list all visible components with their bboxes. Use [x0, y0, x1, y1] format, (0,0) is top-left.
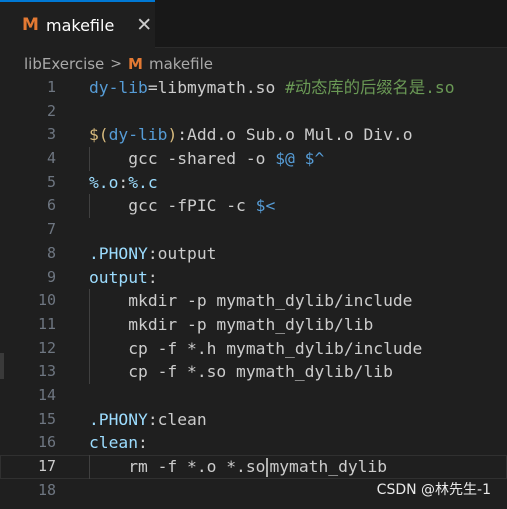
- code-token: clean: [89, 433, 139, 453]
- line-number: 17: [37, 457, 56, 475]
- code-line[interactable]: 6 gcc -fPIC -c $<: [0, 194, 507, 219]
- code-token: rm -f *.o *.so: [89, 457, 266, 476]
- code-line[interactable]: 16 clean:: [0, 431, 507, 455]
- line-number: 14: [37, 385, 56, 404]
- code-line[interactable]: 4 gcc -shared -o $@ $^: [0, 147, 507, 171]
- line-number: 9: [46, 267, 56, 286]
- code-line[interactable]: 5 %.o:%.c: [0, 171, 507, 195]
- watermark: CSDN @林先生-1: [376, 482, 491, 498]
- tab-bar: M makefile ✕: [0, 0, 507, 48]
- code-text: mkdir -p mymath_dylib/lib: [89, 313, 373, 337]
- code-line[interactable]: 2: [0, 100, 507, 124]
- code-token: :output: [147, 243, 217, 263]
- breadcrumb-folder[interactable]: libExercise: [24, 55, 104, 73]
- makefile-icon: M: [128, 55, 143, 73]
- tab-makefile[interactable]: M makefile ✕: [0, 0, 155, 48]
- line-number: 16: [37, 433, 56, 452]
- code-line[interactable]: 14: [0, 384, 507, 408]
- code-token: .PHONY: [89, 409, 148, 429]
- code-token: gcc -fPIC -c: [89, 196, 256, 216]
- line-number: 8: [46, 243, 56, 262]
- code-token: %.o: [89, 172, 119, 192]
- code-token: dy-lib: [89, 78, 148, 97]
- code-token: #动态库的后缀名是.so: [285, 78, 455, 97]
- code-token: :: [118, 172, 129, 192]
- tab-label: makefile: [46, 15, 115, 35]
- code-line[interactable]: 3 $(dy-lib):Add.o Sub.o Mul.o Div.o: [0, 123, 507, 147]
- code-line[interactable]: 10 mkdir -p mymath_dylib/include: [0, 289, 507, 313]
- code-token: ): [167, 125, 178, 145]
- code-line[interactable]: 13 cp -f *.so mymath_dylib/lib: [0, 360, 507, 384]
- code-text: .PHONY:output: [89, 242, 216, 266]
- code-editor[interactable]: 1 dy-lib=libmymath.so #动态库的后缀名是.so 2 3 $(dy-…: [0, 76, 507, 509]
- code-text: gcc -fPIC -c $<: [89, 194, 275, 218]
- code-text: gcc -shared -o $@ $^: [89, 147, 324, 171]
- code-line[interactable]: 11 mkdir -p mymath_dylib/lib: [0, 312, 507, 337]
- makefile-icon: M: [22, 15, 39, 35]
- code-line[interactable]: 9 output:: [0, 266, 507, 290]
- code-token: :Add.o Sub.o Mul.o Div.o: [177, 125, 413, 145]
- code-token: cp -f *.h mymath_dylib/include: [89, 338, 423, 358]
- line-number: 15: [37, 409, 56, 428]
- code-line[interactable]: 12 cp -f *.h mymath_dylib/include: [0, 336, 507, 361]
- code-line[interactable]: 7: [0, 218, 507, 242]
- code-token: :clean: [147, 409, 207, 429]
- line-number: 5: [46, 172, 56, 191]
- code-line[interactable]: 17 rm -f *.o *.so mymath_dylib: [0, 455, 507, 479]
- code-line[interactable]: 1 dy-lib=libmymath.so #动态库的后缀名是.so: [0, 76, 507, 100]
- line-number: 13: [37, 362, 56, 381]
- code-line[interactable]: 15 .PHONY:clean: [0, 408, 507, 432]
- code-token: gcc -shared -o: [89, 149, 276, 169]
- code-text: .PHONY:clean: [89, 408, 207, 432]
- code-token: $@ $^: [275, 149, 325, 169]
- code-token: cp -f *.so mymath_dylib/lib: [89, 362, 393, 382]
- code-text: cp -f *.so mymath_dylib/lib: [89, 360, 393, 384]
- breadcrumb: libExercise > M makefile: [0, 52, 507, 76]
- code-text: clean:: [89, 431, 148, 455]
- line-number: 1: [46, 78, 56, 96]
- code-text: $(dy-lib):Add.o Sub.o Mul.o Div.o: [89, 123, 413, 147]
- code-token: %.c: [128, 172, 158, 192]
- code-token: :: [138, 433, 148, 453]
- code-token: .PHONY: [89, 243, 148, 263]
- code-text: dy-lib=libmymath.so #动态库的后缀名是.so: [89, 76, 455, 100]
- code-token: $<: [255, 196, 276, 216]
- code-line[interactable]: 8 .PHONY:output: [0, 242, 507, 266]
- code-text: mkdir -p mymath_dylib/include: [89, 289, 412, 313]
- line-number: 6: [46, 196, 56, 215]
- line-number: 12: [37, 338, 56, 357]
- code-text: %.o:%.c: [89, 171, 158, 195]
- line-number: 7: [46, 220, 56, 239]
- code-token: $(: [89, 125, 109, 145]
- line-number: 10: [37, 291, 56, 310]
- close-icon[interactable]: ✕: [136, 14, 152, 36]
- line-number: 3: [46, 125, 56, 144]
- code-text: cp -f *.h mymath_dylib/include: [89, 337, 422, 361]
- code-token: =libmymath.so: [147, 78, 286, 97]
- line-number: 11: [37, 314, 56, 333]
- code-token: mkdir -p mymath_dylib/include: [89, 291, 413, 311]
- code-token: dy-lib: [108, 125, 168, 145]
- line-number: 2: [46, 101, 56, 120]
- chevron-right-icon: >: [110, 56, 123, 72]
- scroll-marker: [0, 353, 4, 379]
- code-text: output:: [89, 266, 158, 290]
- code-text: rm -f *.o *.so mymath_dylib: [89, 455, 387, 479]
- code-token: :: [147, 267, 158, 287]
- line-number: 18: [37, 480, 56, 499]
- line-number: 4: [46, 149, 56, 168]
- code-token: mkdir -p mymath_dylib/lib: [89, 314, 374, 334]
- code-token: mymath_dylib: [269, 457, 388, 476]
- code-token: output: [89, 267, 148, 287]
- breadcrumb-file[interactable]: makefile: [149, 55, 213, 73]
